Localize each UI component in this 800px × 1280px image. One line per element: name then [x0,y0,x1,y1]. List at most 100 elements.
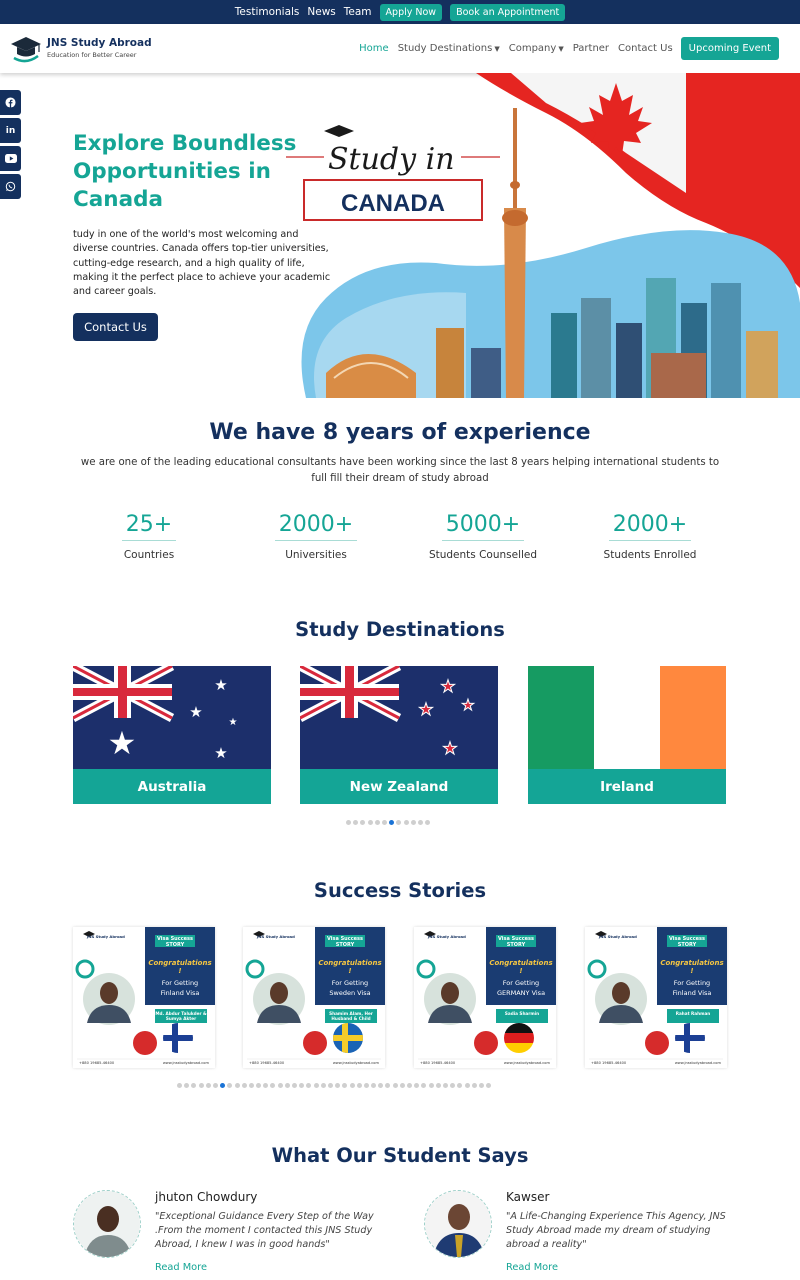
topbar-link-news[interactable]: News [307,6,335,18]
experience-title: We have 8 years of experience [209,420,591,445]
carousel-dot[interactable] [248,1083,254,1088]
carousel-dot[interactable] [428,1083,434,1088]
nav-study-destinations[interactable]: Study Destinations ▼ [398,43,500,54]
carousel-dot[interactable] [407,1083,412,1088]
carousel-dot[interactable] [378,1083,384,1088]
carousel-dot[interactable] [374,820,380,825]
carousel-dot[interactable] [277,1083,283,1088]
nav-partner[interactable]: Partner [573,43,609,54]
destination-card-new-zealand[interactable]: ★ ★ ★ ★ New Zealand [300,666,498,804]
carousel-dot[interactable] [363,1083,369,1088]
carousel-dot[interactable] [220,1083,226,1088]
destination-label: New Zealand [300,769,498,804]
carousel-dot[interactable] [403,820,409,825]
hero-contact-button[interactable]: Contact Us [73,313,158,341]
carousel-dot[interactable] [270,1083,276,1088]
carousel-dot[interactable] [399,1083,405,1088]
carousel-dot[interactable] [356,1083,362,1088]
linkedin-icon[interactable]: in [0,118,21,143]
carousel-dot[interactable] [327,1083,333,1088]
carousel-dot[interactable] [396,820,402,825]
carousel-dot[interactable] [425,820,431,825]
book-appointment-button[interactable]: Book an Appointment [450,3,566,21]
carousel-dot[interactable] [284,1083,290,1088]
nav-company[interactable]: Company ▼ [509,43,564,54]
carousel-dot[interactable] [349,1083,355,1088]
carousel-dot[interactable] [464,1083,470,1088]
facebook-icon[interactable] [0,90,21,115]
carousel-dot[interactable] [346,820,351,825]
ireland-flag [528,666,726,769]
carousel-dot[interactable] [421,1083,427,1088]
carousel-dot[interactable] [320,1083,326,1088]
carousel-dot[interactable] [342,1083,348,1088]
carousel-dot[interactable] [410,820,416,825]
story-for-getting: For Getting [161,979,199,987]
topbar-link-testimonials[interactable]: Testimonials [235,6,300,18]
youtube-icon[interactable] [0,146,21,171]
carousel-dot[interactable] [371,1083,377,1088]
svg-text:★: ★ [108,724,137,762]
destination-card-ireland[interactable]: Ireland [528,666,726,804]
carousel-dot[interactable] [292,1083,297,1088]
svg-text:★: ★ [442,739,457,759]
destination-card-australia[interactable]: ★ ★ ★ ★ ★ Australia [73,666,271,804]
carousel-dot[interactable] [198,1083,204,1088]
carousel-dot[interactable] [457,1083,463,1088]
carousel-dot[interactable] [385,1083,391,1088]
stat-universities: 2000+ Universities [241,512,391,561]
success-story-card[interactable]: JNS Study Abroad Visa Success STORY Congra… [414,927,556,1068]
success-story-card[interactable]: JNS Study Abroad Visa Success STORY Congra… [73,927,215,1068]
story-country: Finland Visa [672,989,712,997]
carousel-dot[interactable] [360,820,366,825]
whatsapp-icon[interactable] [0,174,21,199]
read-more-link[interactable]: Read More [506,1262,558,1273]
carousel-dot[interactable] [435,1083,441,1088]
carousel-dot[interactable] [184,1083,190,1088]
carousel-dot[interactable] [256,1083,262,1088]
carousel-dot[interactable] [442,1083,448,1088]
read-more-link[interactable]: Read More [155,1262,207,1273]
carousel-dot[interactable] [353,820,359,825]
carousel-dot[interactable] [191,1083,197,1088]
carousel-dot[interactable] [367,820,373,825]
stat-students-counselled: 5000+ Students Counselled [408,512,558,561]
carousel-dot[interactable] [212,1083,218,1088]
carousel-dot[interactable] [227,1083,233,1088]
hero-title: Explore Boundless Opportunities in Canad… [73,131,297,212]
carousel-dot[interactable] [177,1083,182,1088]
carousel-dot[interactable] [335,1083,341,1088]
carousel-dot[interactable] [241,1083,247,1088]
nav-home[interactable]: Home [359,43,389,54]
story-badge: Visa Success STORY [668,936,706,948]
brand-logo[interactable]: JNS Study Abroad Education for Better Ca… [10,32,160,66]
carousel-dot[interactable] [299,1083,305,1088]
carousel-dot[interactable] [306,1083,312,1088]
success-story-card[interactable]: JNS Study Abroad Visa Success STORY Congra… [243,927,385,1068]
carousel-dot[interactable] [450,1083,456,1088]
stat-students-enrolled: 2000+ Students Enrolled [575,512,725,561]
carousel-dot[interactable] [389,820,395,825]
banner-canada-text: CANADA [341,190,445,217]
apply-now-button[interactable]: Apply Now [379,3,443,21]
carousel-dot[interactable] [486,1083,492,1088]
upcoming-event-button[interactable]: Upcoming Event [680,37,779,60]
success-story-card[interactable]: JNS Study Abroad Visa Success STORY Congra… [585,927,727,1068]
story-headline: Congratulations ! [318,959,382,975]
stat-countries: 25+ Countries [74,512,224,561]
story-brand: JNS Study Abroad [87,934,125,939]
brand-tagline: Education for Better Career [47,51,137,59]
carousel-dot[interactable] [414,1083,420,1088]
nav-contact-us[interactable]: Contact Us [618,43,673,54]
carousel-dot[interactable] [234,1083,240,1088]
carousel-dot[interactable] [417,820,423,825]
carousel-dot[interactable] [381,820,387,825]
topbar-link-team[interactable]: Team [344,6,372,18]
carousel-dot[interactable] [205,1083,211,1088]
carousel-dot[interactable] [478,1083,484,1088]
story-phone: +880 19685-46400 [591,1061,627,1065]
carousel-dot[interactable] [313,1083,319,1088]
carousel-dot[interactable] [392,1083,398,1088]
carousel-dot[interactable] [263,1083,269,1088]
carousel-dot[interactable] [471,1083,477,1088]
